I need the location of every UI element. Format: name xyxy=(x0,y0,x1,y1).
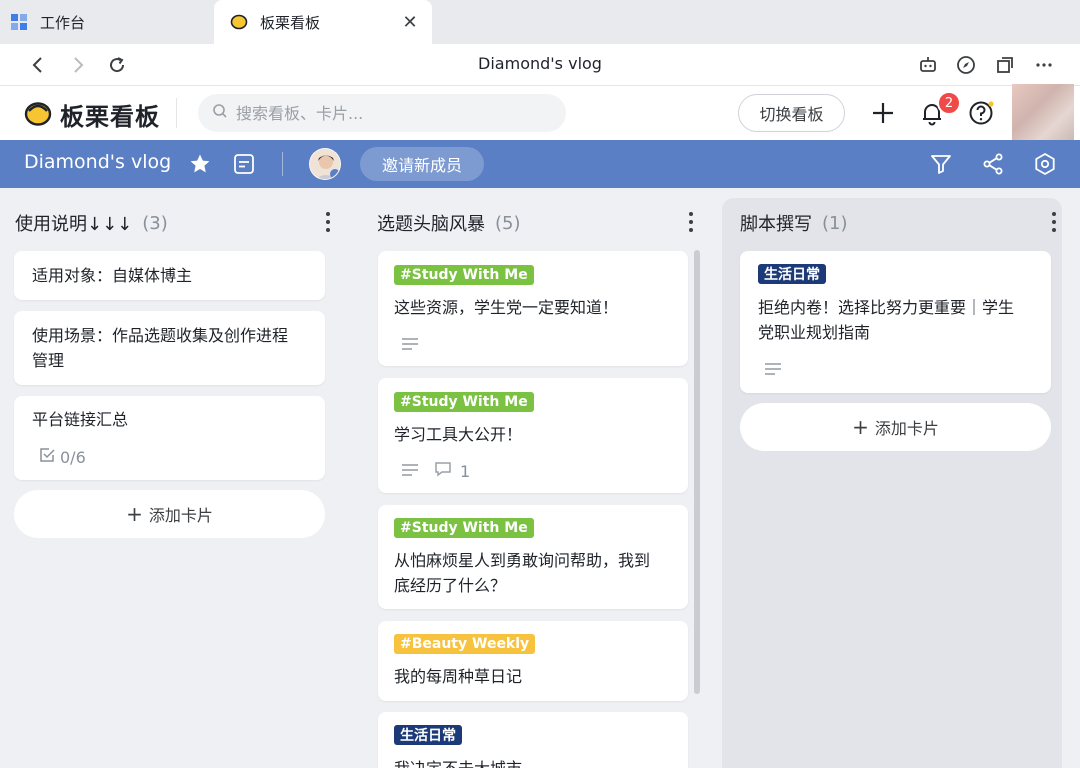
vertical-more-icon[interactable] xyxy=(320,212,336,232)
checklist-progress: 0/6 xyxy=(60,447,86,467)
column-scrollbar[interactable] xyxy=(694,250,700,694)
column-brainstorm: 选题头脑风暴 (5) #Study With Me 这些资源，学生党一定要知道！… xyxy=(362,198,702,768)
column-count: (1) xyxy=(822,212,848,234)
description-icon xyxy=(402,464,418,476)
card[interactable]: 平台链接汇总 0/6 xyxy=(14,396,325,480)
card-title: 使用场景：作品选题收集及创作进程 xyxy=(32,326,289,345)
card[interactable]: 生活日常 我决定不去大城市 xyxy=(378,712,688,768)
column-header: 脚本撰写 (1) xyxy=(740,210,848,236)
search-icon xyxy=(212,103,228,123)
filter-icon[interactable] xyxy=(929,152,953,176)
card-tag: 生活日常 xyxy=(394,725,462,745)
board-bar-divider xyxy=(282,152,283,176)
plus-icon[interactable] xyxy=(868,98,898,128)
tab-board[interactable]: 板栗看板 ✕ xyxy=(214,0,432,44)
add-card-button[interactable]: + 添加卡片 xyxy=(740,403,1051,451)
card-title: 适用对象：自媒体博主 xyxy=(32,266,193,285)
card[interactable]: 适用对象：自媒体博主 xyxy=(14,251,325,300)
search-box[interactable] xyxy=(198,94,566,132)
card[interactable]: #Beauty Weekly 我的每周种草日记 xyxy=(378,621,688,701)
card-title: 这些资源，学生党一定要知道！ xyxy=(394,298,619,317)
description-icon xyxy=(765,363,781,375)
settings-icon[interactable] xyxy=(1033,152,1057,176)
checklist-summary: 0/6 xyxy=(38,446,86,468)
more-icon[interactable] xyxy=(1032,53,1056,77)
card-tag: 生活日常 xyxy=(758,264,826,284)
plus-icon: + xyxy=(126,502,143,526)
checklist-icon xyxy=(38,446,56,468)
column-header: 选题头脑风暴 (5) xyxy=(377,210,521,236)
invite-member-button[interactable]: 邀请新成员 xyxy=(360,147,484,181)
add-card-button[interactable]: + 添加卡片 xyxy=(14,490,325,538)
switch-board-button[interactable]: 切换看板 xyxy=(738,94,845,132)
plus-icon: + xyxy=(852,415,869,439)
vertical-more-icon[interactable] xyxy=(683,212,699,232)
column-instructions: 使用说明↓↓↓ (3) 适用对象：自媒体博主 使用场景：作品选题收集及创作进程 … xyxy=(0,198,340,768)
grid-icon xyxy=(10,13,28,31)
chestnut-logo-icon xyxy=(24,99,52,131)
member-avatar[interactable] xyxy=(309,148,341,180)
add-card-label: 添加卡片 xyxy=(874,419,939,438)
card[interactable]: 使用场景：作品选题收集及创作进程 管理 xyxy=(14,311,325,385)
robot-icon[interactable] xyxy=(916,53,940,77)
board-title: Diamond's vlog xyxy=(24,151,172,173)
chestnut-logo-icon xyxy=(230,13,248,31)
search-input[interactable] xyxy=(236,103,536,123)
browser-navbar: Diamond's vlog xyxy=(0,44,1080,86)
card-tag: #Beauty Weekly xyxy=(394,634,536,654)
card-title: 党职业规划指南 xyxy=(758,323,871,342)
board-bar: Diamond's vlog 邀请新成员 xyxy=(0,140,1080,188)
column-header: 使用说明↓↓↓ (3) xyxy=(15,210,168,236)
card-title: 我决定不去大城市 xyxy=(394,756,522,768)
column-count: (5) xyxy=(495,212,521,234)
app-name: 板栗看板 xyxy=(60,103,160,131)
card-tag: #Study With Me xyxy=(394,265,534,285)
window-icon[interactable] xyxy=(993,53,1017,77)
add-card-label: 添加卡片 xyxy=(148,506,213,525)
card-title: 管理 xyxy=(32,351,65,370)
tab-workbench[interactable]: 工作台 xyxy=(0,0,212,44)
vertical-more-icon[interactable] xyxy=(1046,212,1062,232)
column-script-writing: 脚本撰写 (1) 生活日常 拒绝内卷！选择比努力更重要｜学生 党职业规划指南 +… xyxy=(722,198,1062,768)
comment-summary: 1 xyxy=(434,460,470,482)
description-icon xyxy=(402,338,418,350)
tab-label: 工作台 xyxy=(40,13,86,32)
card-title: 学习工具大公开！ xyxy=(394,425,523,444)
help-icon[interactable] xyxy=(966,98,996,128)
card-title: 底经历了什么？ xyxy=(394,576,507,595)
browser-tab-strip: 工作台 板栗看板 ✕ xyxy=(0,0,1080,44)
compass-icon[interactable] xyxy=(954,53,978,77)
app-logo[interactable]: 板栗看板 xyxy=(24,97,160,132)
card[interactable]: #Study With Me 这些资源，学生党一定要知道！ xyxy=(378,251,688,366)
tab-label: 板栗看板 xyxy=(260,13,321,32)
card-tag: #Study With Me xyxy=(394,392,534,412)
star-icon[interactable] xyxy=(188,152,212,176)
card[interactable]: #Study With Me 学习工具大公开！ 1 xyxy=(378,378,688,493)
header-divider xyxy=(176,98,177,128)
column-title: 脚本撰写 xyxy=(740,214,812,235)
card-title: 从怕麻烦星人到勇敢询问帮助，我到 xyxy=(394,551,651,570)
card-tag: #Study With Me xyxy=(394,518,534,538)
column-title: 使用说明↓↓↓ xyxy=(15,214,133,235)
board-menu-icon[interactable] xyxy=(232,152,256,176)
card[interactable]: #Study With Me 从怕麻烦星人到勇敢询问帮助，我到 底经历了什么？ xyxy=(378,505,688,609)
close-icon[interactable]: ✕ xyxy=(400,12,420,33)
card-title: 拒绝内卷！选择比努力更重要｜学生 xyxy=(758,298,1015,317)
card-title: 我的每周种草日记 xyxy=(394,667,523,686)
comment-count: 1 xyxy=(460,461,471,481)
column-count: (3) xyxy=(142,212,168,234)
avatar[interactable] xyxy=(1012,84,1074,142)
card-title: 平台链接汇总 xyxy=(32,410,129,429)
notification-badge: 2 xyxy=(937,91,961,115)
app-header: 板栗看板 切换看板 xyxy=(0,86,1080,140)
column-title: 选题头脑风暴 xyxy=(377,214,485,235)
card[interactable]: 生活日常 拒绝内卷！选择比努力更重要｜学生 党职业规划指南 xyxy=(740,251,1051,393)
comment-icon xyxy=(434,460,452,482)
share-icon[interactable] xyxy=(981,152,1005,176)
